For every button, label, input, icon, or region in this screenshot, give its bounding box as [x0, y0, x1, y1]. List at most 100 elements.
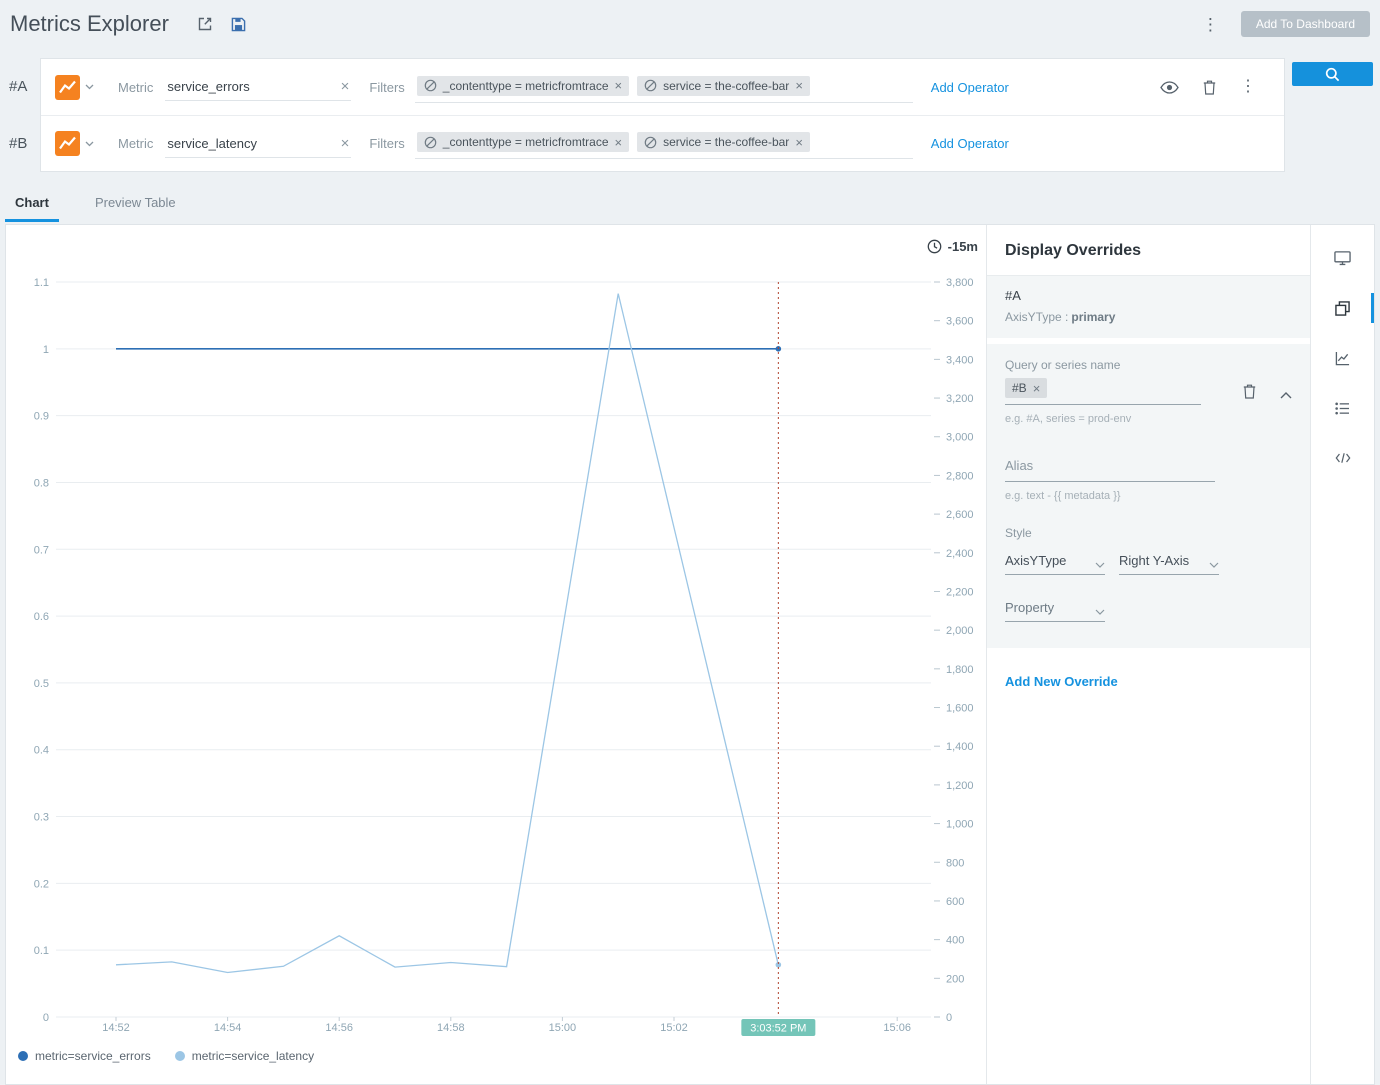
add-operator-link[interactable]: Add Operator: [931, 80, 1009, 95]
svg-text:800: 800: [946, 857, 964, 869]
query-row-a: Metric service_errors × Filters _content…: [41, 59, 1284, 115]
query-chip-text: #B: [1012, 381, 1027, 395]
svg-text:3,800: 3,800: [946, 277, 974, 289]
run-query-button[interactable]: [1292, 62, 1373, 86]
right-icon-rail: [1310, 225, 1374, 1084]
visibility-eye-icon[interactable]: [1160, 80, 1179, 94]
axis-type-select[interactable]: AxisYType: [1005, 548, 1105, 575]
override-summary[interactable]: #A AxisYType : primary: [987, 276, 1310, 338]
metrics-chart[interactable]: 0 0.1 0.2 0.3 0.4 0.5 0.6 0.7 0.8 0.9 1 1.1 0 200 400 6…: [6, 225, 986, 1040]
svg-text:3,200: 3,200: [946, 393, 974, 405]
svg-text:1,600: 1,600: [946, 703, 974, 715]
remove-filter-icon[interactable]: ×: [615, 136, 623, 149]
clear-metric-icon[interactable]: ×: [341, 79, 350, 94]
query-row-ids: #A #B: [9, 58, 27, 172]
filter-chip[interactable]: service = the-coffee-bar ×: [637, 75, 810, 96]
rail-chart-settings-icon[interactable]: [1311, 333, 1374, 383]
filters-input[interactable]: _contenttype = metricfromtrace × service…: [414, 72, 913, 103]
remove-filter-icon[interactable]: ×: [795, 136, 803, 149]
svg-text:15:02: 15:02: [660, 1022, 688, 1034]
main-content: -15m 0 0.1 0.2 0.3 0.4 0.5 0.6 0.7 0.8 0.9 1 1.1 0 20…: [5, 224, 1375, 1085]
display-overrides-panel: Display Overrides #A AxisYType : primary …: [986, 225, 1310, 1084]
filters-input[interactable]: _contenttype = metricfromtrace × service…: [414, 128, 913, 159]
query-series-label: Query or series name: [1005, 358, 1121, 372]
chart-legend: metric=service_errors metric=service_lat…: [18, 1049, 314, 1063]
filter-chip[interactable]: _contenttype = metricfromtrace ×: [416, 75, 630, 96]
svg-text:2,400: 2,400: [946, 548, 974, 560]
filter-chip[interactable]: service = the-coffee-bar ×: [637, 132, 810, 152]
clear-metric-icon[interactable]: ×: [341, 136, 350, 151]
chevron-down-icon: [1095, 562, 1105, 568]
exclude-icon: [644, 79, 657, 92]
exclude-icon: [424, 79, 437, 92]
add-new-override-link[interactable]: Add New Override: [987, 654, 1310, 709]
filter-chip-text: service = the-coffee-bar: [663, 135, 790, 149]
svg-text:3,400: 3,400: [946, 354, 974, 366]
legend-dot: [174, 1051, 185, 1061]
chevron-down-icon: [1209, 562, 1219, 568]
svg-text:2,600: 2,600: [946, 509, 974, 521]
metric-type-selector[interactable]: [55, 131, 94, 156]
rail-code-icon[interactable]: [1311, 433, 1374, 483]
svg-text:3:03:52 PM: 3:03:52 PM: [750, 1023, 806, 1035]
property-select[interactable]: Property: [1005, 595, 1105, 622]
legend-item-service-latency[interactable]: metric=service_latency: [174, 1049, 314, 1063]
metric-type-selector[interactable]: [55, 74, 94, 100]
collapse-override-icon[interactable]: [1280, 392, 1292, 405]
delete-override-icon[interactable]: [1243, 384, 1256, 405]
svg-text:1,000: 1,000: [946, 819, 974, 831]
svg-text:3,000: 3,000: [946, 432, 974, 444]
query-series-input[interactable]: #B ×: [1005, 372, 1201, 405]
axis-value-select[interactable]: Right Y-Axis: [1119, 548, 1219, 575]
metric-input[interactable]: service_latency ×: [165, 130, 352, 158]
rail-monitor-icon[interactable]: [1311, 233, 1374, 283]
add-to-dashboard-button[interactable]: Add To Dashboard: [1240, 11, 1370, 37]
save-icon[interactable]: [231, 17, 246, 32]
add-operator-link[interactable]: Add Operator: [931, 136, 1009, 151]
style-label: Style: [1005, 526, 1032, 540]
remove-filter-icon[interactable]: ×: [795, 79, 803, 92]
remove-filter-icon[interactable]: ×: [615, 79, 623, 92]
time-range-control[interactable]: -15m: [927, 239, 978, 254]
remove-query-chip-icon[interactable]: ×: [1033, 382, 1041, 395]
svg-text:600: 600: [946, 896, 964, 908]
tab-preview-table[interactable]: Preview Table: [85, 186, 186, 222]
override-query-id: #A: [1005, 288, 1021, 303]
svg-text:0: 0: [43, 1012, 49, 1024]
svg-text:14:54: 14:54: [214, 1022, 242, 1034]
rail-display-overrides-icon[interactable]: [1311, 283, 1374, 333]
filters-label: Filters: [369, 79, 405, 95]
delete-query-icon[interactable]: [1203, 80, 1216, 95]
svg-text:0.9: 0.9: [34, 411, 49, 423]
svg-text:1: 1: [43, 344, 49, 356]
query-row-actions: ⋮: [1160, 59, 1256, 115]
tab-chart[interactable]: Chart: [5, 186, 59, 222]
filter-chip-text: _contenttype = metricfromtrace: [442, 78, 609, 93]
legend-item-service-errors[interactable]: metric=service_errors: [18, 1049, 151, 1063]
svg-text:0.8: 0.8: [34, 477, 49, 489]
query-row-b: Metric service_latency × Filters _conten…: [41, 115, 1284, 171]
svg-text:200: 200: [946, 973, 964, 985]
view-tabs: Chart Preview Table: [5, 186, 186, 222]
alias-placeholder: Alias: [1005, 458, 1034, 473]
exclude-icon: [644, 136, 657, 148]
filter-chip-text: _contenttype = metricfromtrace: [442, 135, 609, 149]
svg-text:1,400: 1,400: [946, 741, 974, 753]
metric-input[interactable]: service_errors ×: [165, 73, 352, 101]
exclude-icon: [424, 136, 437, 148]
svg-text:1.1: 1.1: [34, 277, 49, 289]
chevron-down-icon: [85, 84, 94, 90]
active-indicator: [1371, 293, 1374, 323]
rail-legend-list-icon[interactable]: [1311, 383, 1374, 433]
svg-text:0: 0: [946, 1012, 952, 1024]
query-chip[interactable]: #B ×: [1005, 378, 1048, 398]
export-icon[interactable]: [197, 16, 213, 32]
metric-value: service_latency: [167, 135, 257, 151]
legend-dot: [18, 1051, 28, 1061]
alias-input[interactable]: Alias: [1005, 451, 1215, 482]
svg-text:0.1: 0.1: [34, 945, 49, 957]
chevron-down-icon: [85, 141, 94, 146]
filter-chip[interactable]: _contenttype = metricfromtrace ×: [416, 132, 630, 152]
header-kebab-menu-icon[interactable]: ⋮: [1202, 16, 1219, 33]
query-kebab-menu-icon[interactable]: ⋮: [1240, 79, 1256, 95]
